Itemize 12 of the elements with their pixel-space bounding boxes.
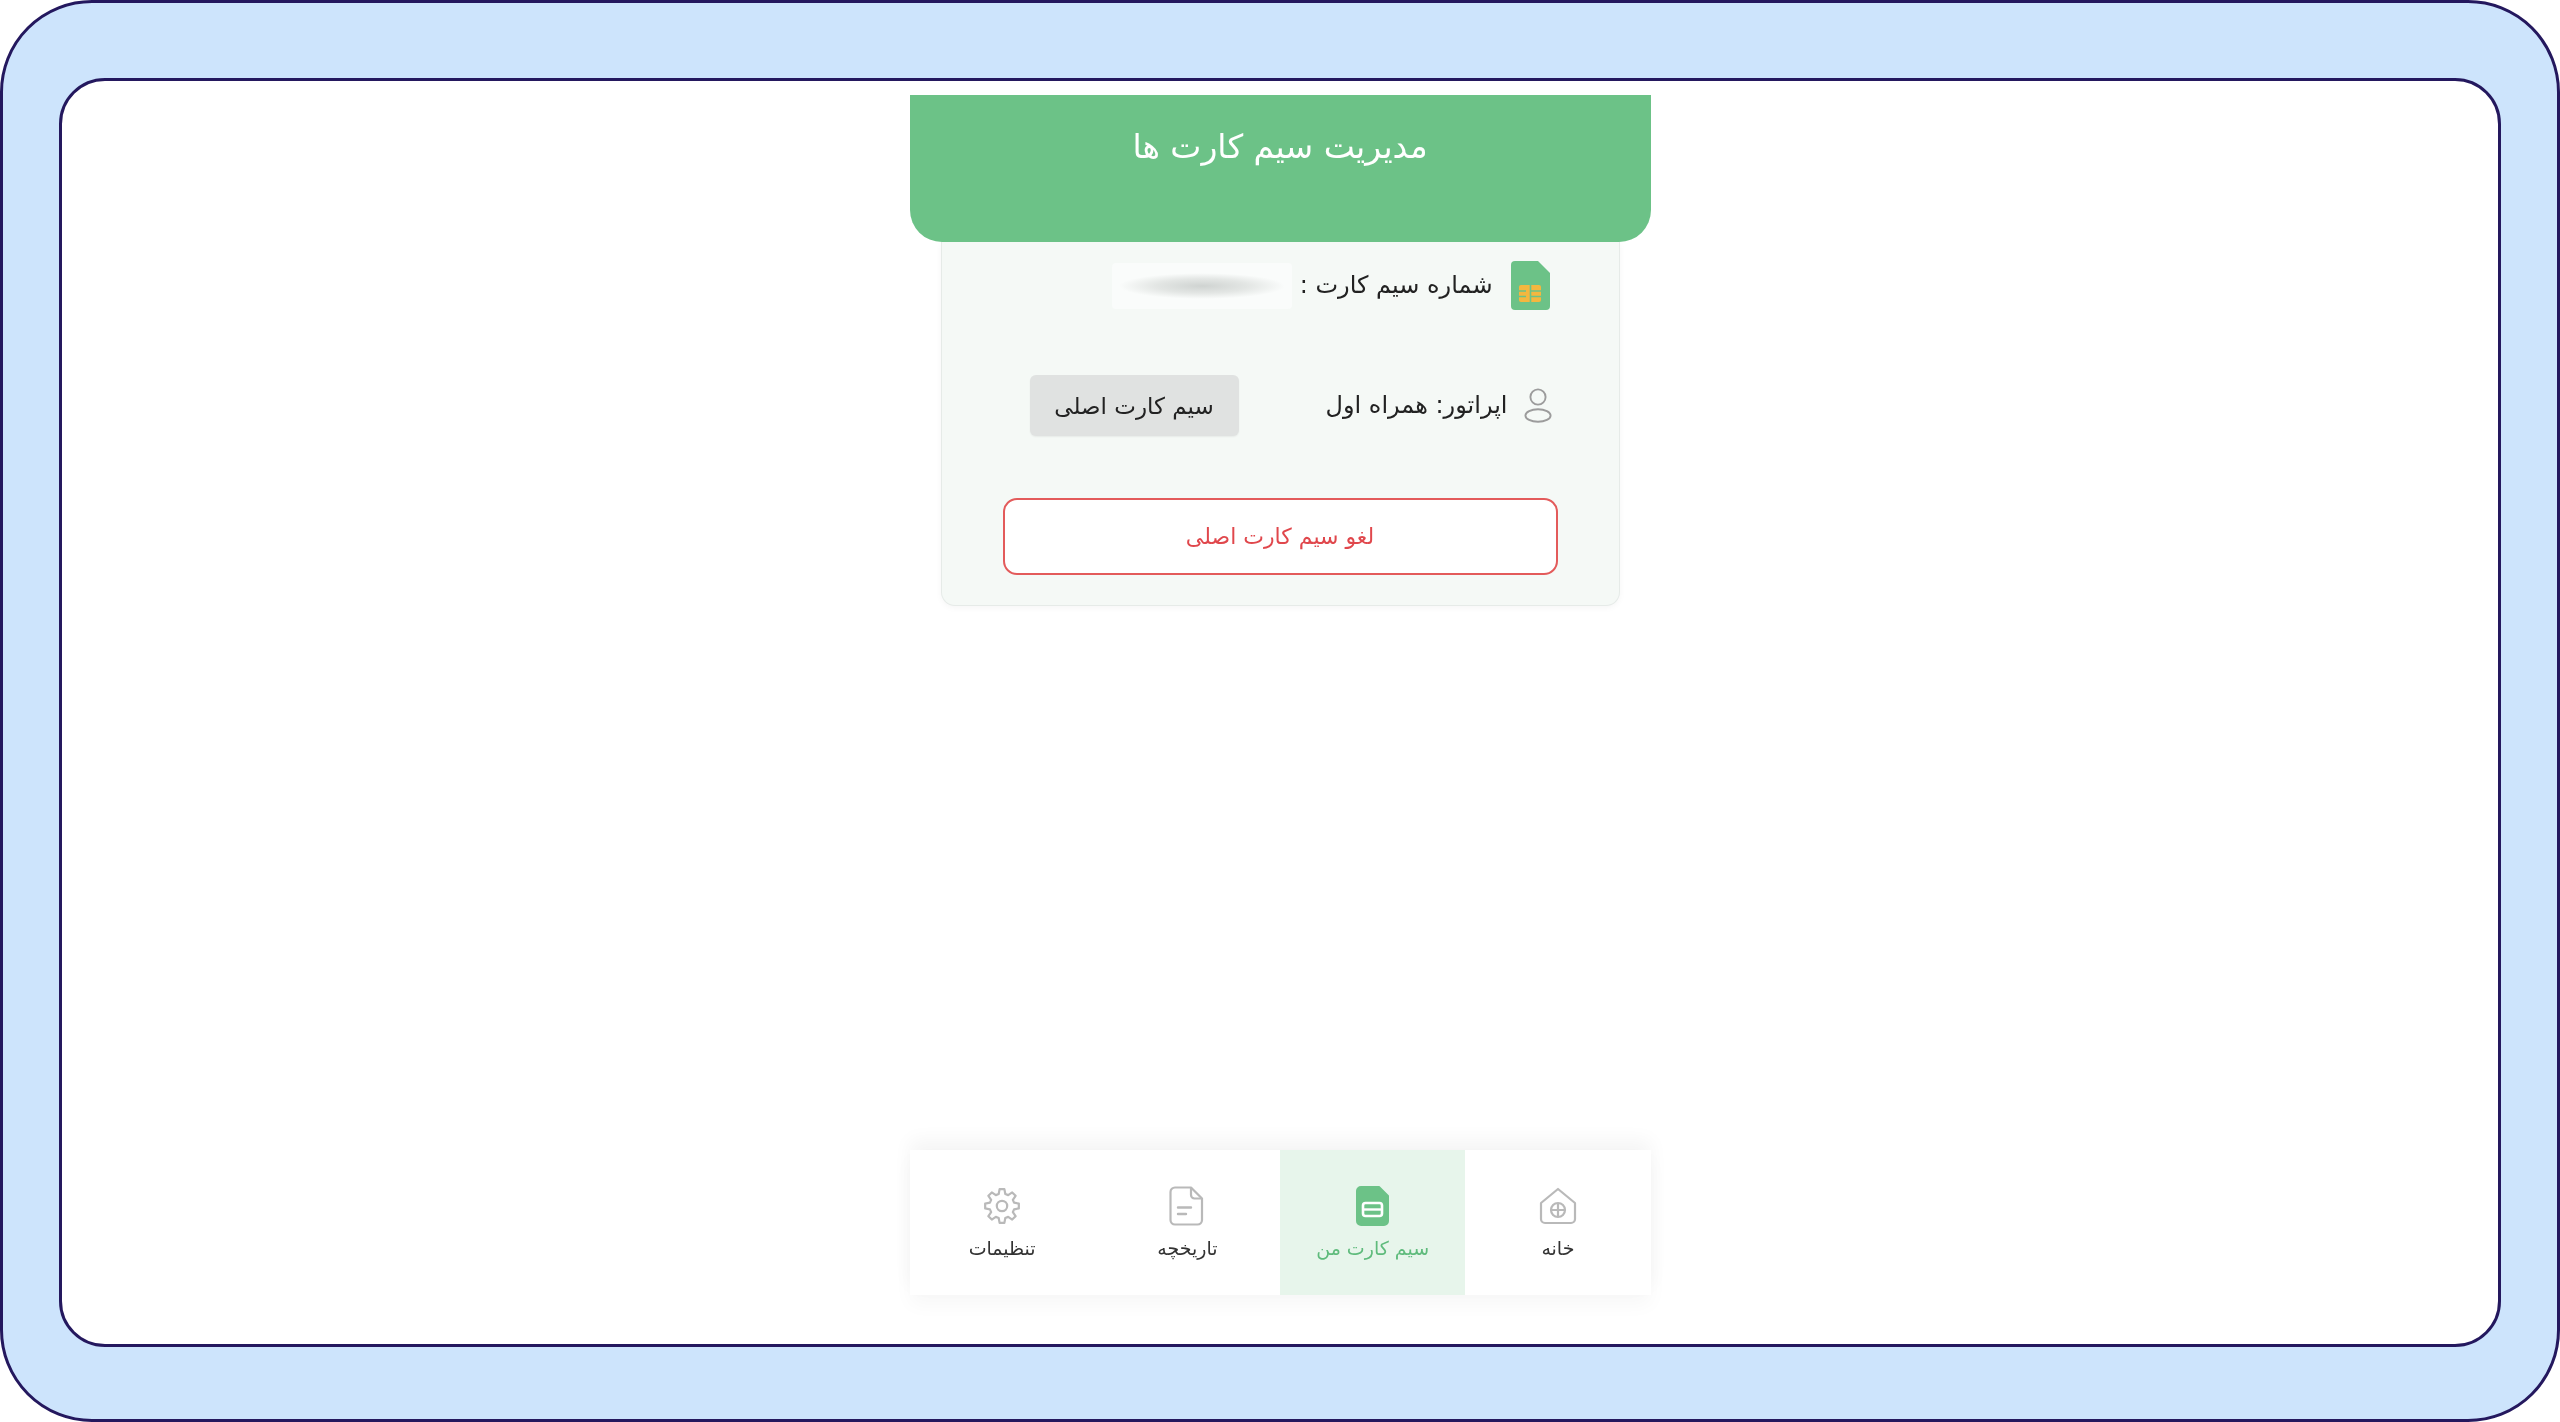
person-icon — [1523, 388, 1552, 423]
nav-tab[interactable]: خانه — [1465, 1150, 1651, 1295]
sim-number-label: شماره سیم کارت : — [1299, 269, 1493, 301]
primary-sim-tag: سیم کارت اصلی — [1029, 375, 1239, 436]
page-title: مدیریت سیم کارت ها — [1132, 126, 1428, 168]
cancel-primary-sim-button[interactable]: لغو سیم کارت اصلی — [1002, 498, 1558, 575]
nav-tab[interactable]: تنظیمات — [909, 1150, 1095, 1295]
nav-tab[interactable]: تاریخچه — [1094, 1150, 1280, 1295]
sim-card-icon — [1510, 261, 1550, 310]
settings-icon — [982, 1186, 1023, 1226]
operator-text: اپراتور: همراه اول — [1325, 389, 1508, 421]
home-icon — [1537, 1186, 1578, 1226]
